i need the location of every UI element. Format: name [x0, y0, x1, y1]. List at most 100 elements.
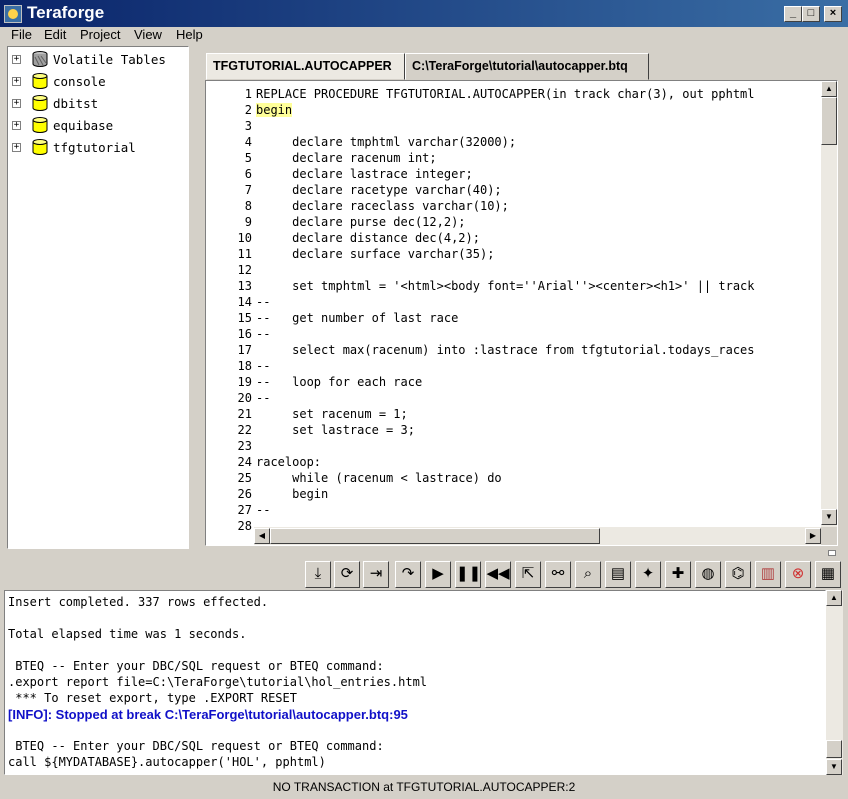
database-tree[interactable]: + Volatile Tables + console + dbitst + e…: [7, 46, 189, 549]
code-line[interactable]: declare racenum int;: [256, 151, 437, 165]
binoculars-icon[interactable]: ⚯: [545, 561, 571, 588]
code-line[interactable]: set lastrace = 3;: [256, 423, 415, 437]
code-line[interactable]: begin: [256, 103, 293, 117]
step-over-icon[interactable]: ↷: [395, 561, 421, 588]
code-line[interactable]: --: [256, 295, 270, 309]
code-line[interactable]: declare lastrace integer;: [256, 167, 473, 181]
tab-autocapper-btq[interactable]: C:\TeraForge\tutorial\autocapper.btq: [405, 53, 649, 80]
scroll-left-arrow-icon[interactable]: ◀: [254, 528, 270, 544]
line-number[interactable]: 1: [206, 87, 252, 101]
scroll-thumb[interactable]: [270, 528, 600, 544]
step-into-icon[interactable]: ⇥: [363, 561, 389, 588]
line-number[interactable]: 26: [206, 487, 252, 501]
line-number[interactable]: 3: [206, 119, 252, 133]
code-line[interactable]: declare racetype varchar(40);: [256, 183, 502, 197]
code-line[interactable]: --: [256, 391, 270, 405]
vertical-splitter[interactable]: [191, 46, 203, 549]
code-line[interactable]: --: [256, 327, 270, 341]
line-number[interactable]: 16: [206, 327, 252, 341]
scroll-down-arrow-icon[interactable]: ▼: [826, 759, 842, 775]
run-icon[interactable]: ▶: [425, 561, 451, 588]
line-number[interactable]: 7: [206, 183, 252, 197]
tab-autocapper-procedure[interactable]: TFGTUTORIAL.AUTOCAPPER: [206, 53, 405, 80]
menu-help[interactable]: Help: [176, 27, 203, 45]
line-number[interactable]: 27: [206, 503, 252, 517]
grid-icon[interactable]: ▦: [815, 561, 841, 588]
scroll-right-arrow-icon[interactable]: ▶: [805, 528, 821, 544]
code-line[interactable]: select max(racenum) into :lastrace from …: [256, 343, 754, 357]
code-line[interactable]: while (racenum < lastrace) do: [256, 471, 502, 485]
scroll-down-arrow-icon[interactable]: ▼: [821, 509, 837, 525]
expand-icon[interactable]: +: [12, 121, 21, 130]
network-icon[interactable]: ⌬: [725, 561, 751, 588]
pause-icon[interactable]: ❚❚: [455, 561, 481, 588]
magnifier-icon[interactable]: ⌕: [575, 561, 601, 588]
title-bar[interactable]: Teraforge _ □ ×: [0, 0, 848, 27]
code-line[interactable]: --: [256, 503, 270, 517]
code-line[interactable]: --: [256, 359, 270, 373]
compile-icon[interactable]: ⤓: [305, 561, 331, 588]
line-number[interactable]: 24: [206, 455, 252, 469]
globe-icon[interactable]: ◍: [695, 561, 721, 588]
code-line[interactable]: declare purse dec(12,2);: [256, 215, 465, 229]
line-number[interactable]: 4: [206, 135, 252, 149]
rewind-icon[interactable]: ◀◀: [485, 561, 511, 588]
line-number[interactable]: 12: [206, 263, 252, 277]
expand-icon[interactable]: +: [12, 55, 21, 64]
line-number[interactable]: 19: [206, 375, 252, 389]
code-line[interactable]: begin: [256, 487, 328, 501]
line-number[interactable]: 22: [206, 423, 252, 437]
line-number[interactable]: 21: [206, 407, 252, 421]
expand-icon[interactable]: +: [12, 99, 21, 108]
magic-wand-icon[interactable]: ✦: [635, 561, 661, 588]
code-line[interactable]: set racenum = 1;: [256, 407, 408, 421]
editor-vertical-scrollbar[interactable]: ▲ ▼: [821, 81, 837, 527]
code-line[interactable]: declare raceclass varchar(10);: [256, 199, 509, 213]
line-number[interactable]: 23: [206, 439, 252, 453]
scroll-up-arrow-icon[interactable]: ▲: [821, 81, 837, 97]
line-number[interactable]: 28: [206, 519, 252, 533]
line-number[interactable]: 6: [206, 167, 252, 181]
line-number[interactable]: 17: [206, 343, 252, 357]
line-number[interactable]: 9: [206, 215, 252, 229]
code-line[interactable]: -- loop for each race: [256, 375, 422, 389]
code-line[interactable]: -- get number of last race: [256, 311, 458, 325]
horizontal-splitter[interactable]: [0, 550, 848, 558]
editor-horizontal-scrollbar[interactable]: ◀ ▶: [254, 527, 821, 545]
minimize-button[interactable]: _: [784, 6, 802, 22]
step-out-icon[interactable]: ⇱: [515, 561, 541, 588]
line-number[interactable]: 18: [206, 359, 252, 373]
maximize-button[interactable]: □: [802, 6, 820, 22]
scroll-up-arrow-icon[interactable]: ▲: [826, 590, 842, 606]
code-line[interactable]: set tmphtml = '<html><body font=''Arial'…: [256, 279, 754, 293]
line-number[interactable]: 2: [206, 103, 252, 117]
code-line[interactable]: declare distance dec(4,2);: [256, 231, 480, 245]
output-console[interactable]: Insert completed. 337 rows effected. Tota…: [4, 590, 826, 775]
line-number[interactable]: 5: [206, 151, 252, 165]
expand-icon[interactable]: +: [12, 143, 21, 152]
splitter-handle[interactable]: [828, 550, 836, 556]
line-number[interactable]: 25: [206, 471, 252, 485]
expand-icon[interactable]: +: [12, 77, 21, 86]
recompile-icon[interactable]: ⟳: [334, 561, 360, 588]
output-vertical-scrollbar[interactable]: ▲ ▼: [826, 590, 843, 775]
scroll-thumb[interactable]: [821, 97, 837, 145]
menu-file[interactable]: File: [11, 27, 32, 45]
line-number[interactable]: 8: [206, 199, 252, 213]
menu-project[interactable]: Project: [80, 27, 120, 45]
menu-edit[interactable]: Edit: [44, 27, 66, 45]
line-number[interactable]: 20: [206, 391, 252, 405]
line-number[interactable]: 15: [206, 311, 252, 325]
line-number[interactable]: 13: [206, 279, 252, 293]
code-line[interactable]: declare surface varchar(35);: [256, 247, 494, 261]
line-number[interactable]: 10: [206, 231, 252, 245]
code-line[interactable]: REPLACE PROCEDURE TFGTUTORIAL.AUTOCAPPER…: [256, 87, 755, 101]
line-number[interactable]: 11: [206, 247, 252, 261]
puzzle-icon[interactable]: ✚: [665, 561, 691, 588]
line-number[interactable]: 14: [206, 295, 252, 309]
chart-icon[interactable]: ▥: [755, 561, 781, 588]
stop-icon[interactable]: ⊗: [785, 561, 811, 588]
code-editor[interactable]: 1 2 3 4 5 6 7 8 9 10 11 12 13 14 15 16 17 18 19 20 21 22 23 24 2…: [205, 80, 838, 546]
menu-view[interactable]: View: [134, 27, 162, 45]
document-icon[interactable]: ▤: [605, 561, 631, 588]
